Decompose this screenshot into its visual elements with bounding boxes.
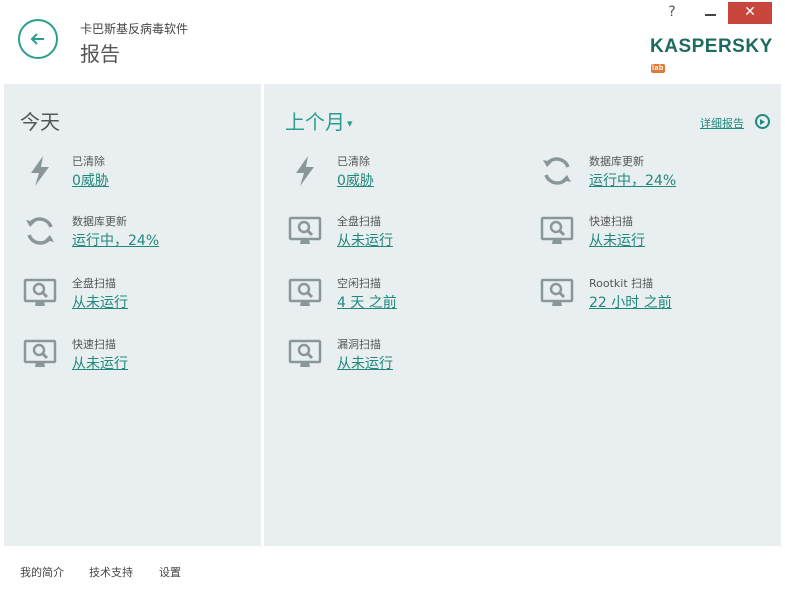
minimize-icon: [705, 14, 716, 16]
report-item-label: 快速扫描: [589, 215, 633, 228]
lightning-icon: [287, 153, 323, 189]
monitor-scan-icon: [287, 213, 323, 249]
monitor-scan-icon: [287, 336, 323, 372]
arrow-left-icon: [30, 33, 44, 45]
month-period-dropdown[interactable]: 上个月 ▾: [285, 106, 353, 135]
close-button[interactable]: ✕: [728, 2, 772, 24]
report-item: 数据库更新运行中，24%: [22, 213, 222, 263]
report-item: 数据库更新运行中，24%: [539, 153, 739, 203]
report-item-value-link[interactable]: 从未运行: [72, 353, 128, 373]
monitor-scan-icon: [539, 213, 575, 249]
report-item-value-link[interactable]: 从未运行: [337, 230, 393, 250]
report-item: 漏洞扫描 从未运行: [287, 336, 487, 386]
report-item-label: 漏洞扫描: [337, 338, 381, 351]
kaspersky-logo: KASPERSKY lab: [650, 36, 785, 80]
logo-badge: lab: [651, 64, 665, 74]
monitor-scan-icon: [539, 275, 575, 311]
report-item: 空闲扫描 4 天 之前: [287, 275, 487, 325]
logo-text: KASPERSKY: [650, 36, 773, 57]
page-title: 报告: [80, 42, 120, 66]
monitor-scan-icon: [22, 336, 58, 372]
report-item-label: 快速扫描: [72, 338, 116, 351]
report-item: 已清除 0威胁: [22, 153, 222, 203]
report-item-value-link[interactable]: 0威胁: [72, 170, 109, 190]
report-item-value-link[interactable]: 从未运行: [589, 230, 645, 250]
help-button[interactable]: ?: [662, 2, 682, 24]
refresh-icon: [539, 153, 575, 189]
monitor-scan-icon: [22, 275, 58, 311]
app-name: 卡巴斯基反病毒软件: [80, 22, 189, 36]
my-profile-link[interactable]: 我的简介: [20, 564, 64, 580]
settings-link[interactable]: 设置: [159, 564, 181, 580]
report-item-label: 数据库更新: [589, 155, 644, 168]
lightning-icon: [22, 153, 58, 189]
arrow-right-circle-icon[interactable]: [755, 114, 770, 129]
footer-bar: 我的简介 技术支持 设置: [0, 546, 785, 590]
monitor-scan-icon: [287, 275, 323, 311]
report-item-label: 数据库更新: [72, 215, 127, 228]
minimize-button[interactable]: [697, 2, 723, 24]
report-item: 快速扫描 从未运行: [539, 213, 739, 263]
report-item-label: 已清除: [337, 155, 370, 168]
report-item: 快速扫描 从未运行: [22, 336, 222, 386]
report-item-label: 全盘扫描: [72, 277, 116, 290]
report-item-value-link[interactable]: 运行中，24%: [72, 230, 159, 250]
detailed-report-link[interactable]: 详细报告: [700, 115, 744, 131]
refresh-icon: [22, 213, 58, 249]
report-item-label: Rootkit 扫描: [589, 277, 654, 290]
report-item-label: 已清除: [72, 155, 105, 168]
report-item-label: 空闲扫描: [337, 277, 381, 290]
report-item-value-link[interactable]: 从未运行: [337, 353, 393, 373]
report-item-label: 全盘扫描: [337, 215, 381, 228]
month-heading-label: 上个月: [285, 110, 345, 134]
today-heading: 今天: [20, 110, 60, 134]
report-item-value-link[interactable]: 4 天 之前: [337, 292, 397, 312]
report-item: 全盘扫描 从未运行: [22, 275, 222, 325]
tech-support-link[interactable]: 技术支持: [89, 564, 133, 580]
report-item-value-link[interactable]: 运行中，24%: [589, 170, 676, 190]
chevron-down-icon: ▾: [347, 117, 353, 130]
report-item: 全盘扫描 从未运行: [287, 213, 487, 263]
report-item-value-link[interactable]: 0威胁: [337, 170, 374, 190]
report-item-value-link[interactable]: 从未运行: [72, 292, 128, 312]
report-item-value-link[interactable]: 22 小时 之前: [589, 292, 672, 312]
report-item: 已清除 0威胁: [287, 153, 487, 203]
report-item: Rootkit 扫描 22 小时 之前: [539, 275, 739, 325]
back-button[interactable]: [18, 19, 58, 59]
title-bar: 卡巴斯基反病毒软件 报告 ? ✕ KASPERSKY lab: [0, 0, 785, 84]
